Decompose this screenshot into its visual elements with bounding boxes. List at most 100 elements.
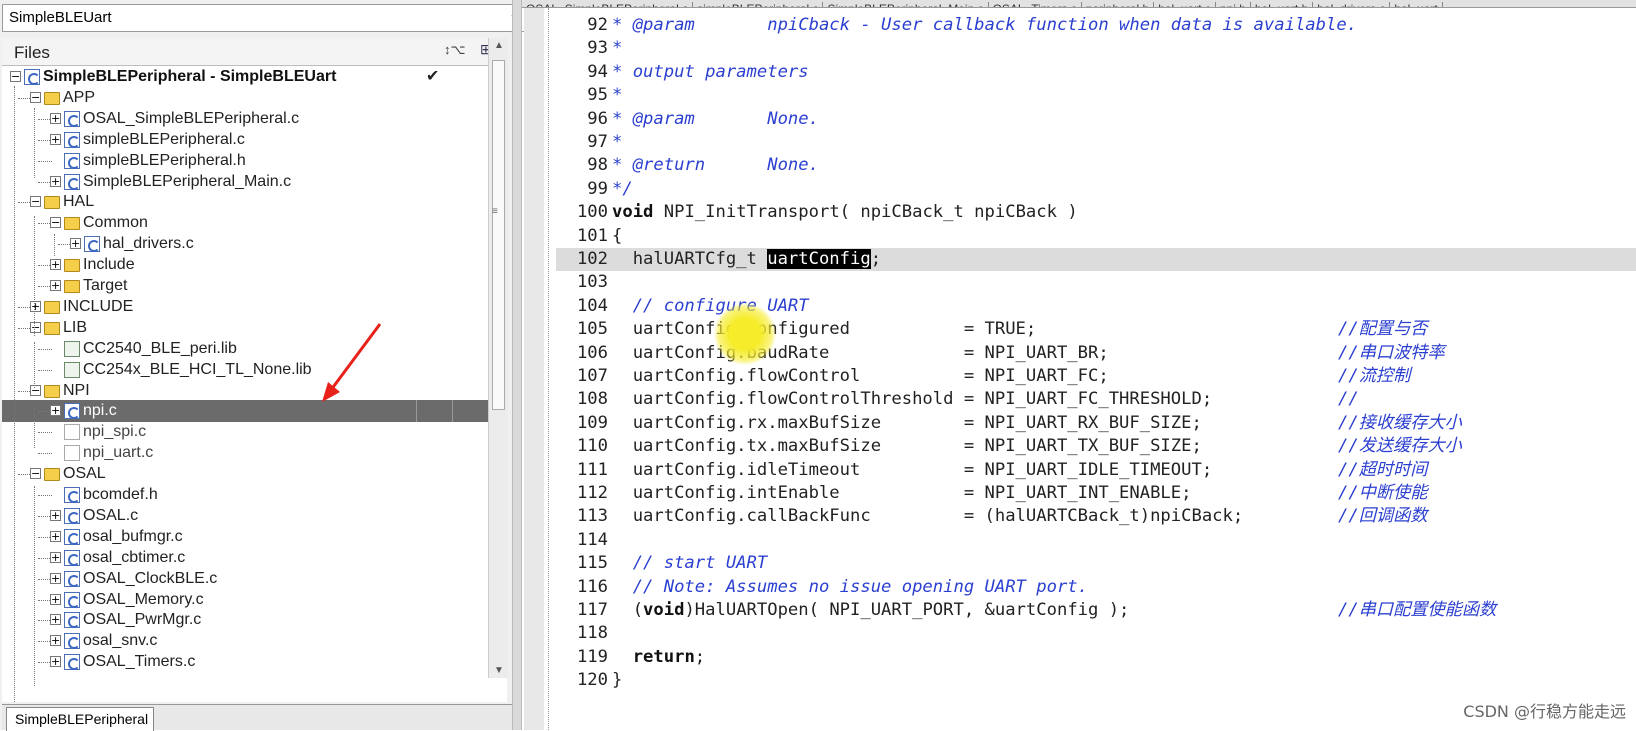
folder-icon <box>64 217 80 231</box>
expand-icon[interactable]: + <box>50 593 61 605</box>
expand-icon[interactable]: + <box>50 572 61 584</box>
code-line[interactable]: 120} <box>556 669 1636 692</box>
tree-file[interactable]: + OSAL_PwrMgr.c <box>2 609 507 631</box>
folder-icon <box>44 91 60 105</box>
folder-icon <box>44 384 60 398</box>
expand-icon[interactable]: + <box>50 405 61 417</box>
tree-file[interactable]: bcomdef.h <box>2 484 507 506</box>
tree-project[interactable]: − SimpleBLEPeripheral - SimpleBLEUart ✔ <box>2 66 507 88</box>
collapse-icon[interactable]: − <box>30 384 41 396</box>
expand-icon[interactable]: + <box>50 112 61 124</box>
expand-icon[interactable]: + <box>70 238 81 250</box>
tree-scrollbar[interactable]: ▲ ≡ ▼ <box>488 38 508 678</box>
tree-folder[interactable]: − OSAL <box>2 463 507 485</box>
code-text: uartConfig.callBackFunc = (halUARTCBack_… <box>612 506 1244 527</box>
code-line[interactable]: 112 uartConfig.intEnable = NPI_UART_INT_… <box>556 482 1636 505</box>
tree-folder[interactable]: − Common <box>2 212 507 234</box>
tree-file[interactable]: npi_spi.c <box>2 421 507 443</box>
tree-folder[interactable]: − LIB <box>2 317 507 339</box>
tree-folder[interactable]: − NPI <box>2 380 507 402</box>
expand-icon[interactable]: + <box>50 530 61 542</box>
tree-folder[interactable]: − APP <box>2 87 507 109</box>
code-line[interactable]: 116 // Note: Assumes no issue opening UA… <box>556 576 1636 599</box>
code-line[interactable]: 115 // start UART <box>556 552 1636 575</box>
filter-icon[interactable]: ↕⌥ <box>444 42 465 58</box>
tree-file[interactable]: + osal_cbtimer.c <box>2 547 507 569</box>
tree-file[interactable]: simpleBLEPeripheral.h <box>2 150 507 172</box>
scrollbar-thumb[interactable] <box>492 60 505 410</box>
tree-label: simpleBLEPeripheral.h <box>83 151 246 169</box>
tree-folder[interactable]: + Include <box>2 254 507 276</box>
collapse-icon[interactable]: − <box>30 468 41 480</box>
expand-icon[interactable]: + <box>50 133 61 145</box>
tree-file[interactable]: + OSAL_Timers.c <box>2 651 507 673</box>
expand-icon[interactable]: + <box>50 280 61 291</box>
code-line[interactable]: 108 uartConfig.flowControlThreshold = NP… <box>556 388 1636 411</box>
tree-file[interactable]: + simpleBLEPeripheral.c <box>2 129 507 151</box>
code-text: halUARTCfg_t uartConfig; <box>612 249 882 269</box>
code-line[interactable]: 97 * <box>556 131 1636 154</box>
tree-file[interactable]: + OSAL_SimpleBLEPeripheral.c <box>2 108 507 130</box>
code-line[interactable]: 109 uartConfig.rx.maxBufSize = NPI_UART_… <box>556 412 1636 435</box>
folder-icon <box>44 196 60 210</box>
tree-file[interactable]: + OSAL_ClockBLE.c <box>2 568 507 590</box>
expand-icon[interactable]: + <box>50 551 61 563</box>
line-number: 101 <box>576 225 608 246</box>
code-line[interactable]: 95 * <box>556 84 1636 107</box>
code-line[interactable]: 98 * @return None. <box>556 154 1636 177</box>
tree-label: Include <box>83 256 135 274</box>
collapse-icon[interactable]: − <box>30 196 41 208</box>
tree-folder[interactable]: − HAL <box>2 191 507 213</box>
code-line[interactable]: 107 uartConfig.flowControl = NPI_UART_FC… <box>556 365 1636 388</box>
tree-file[interactable]: + osal_snv.c <box>2 630 507 652</box>
tree-file[interactable]: + osal_bufmgr.c <box>2 526 507 548</box>
panel-splitter[interactable] <box>512 0 522 730</box>
collapse-icon[interactable]: − <box>30 321 41 333</box>
configuration-dropdown[interactable]: SimpleBLEUart▼ <box>2 4 528 32</box>
code-line[interactable]: 110 uartConfig.tx.maxBufSize = NPI_UART_… <box>556 435 1636 458</box>
collapse-icon[interactable]: − <box>50 217 61 229</box>
column-divider <box>416 400 417 423</box>
code-text: * <box>612 132 623 152</box>
tree-file[interactable]: + SimpleBLEPeripheral_Main.c <box>2 171 507 193</box>
expand-icon[interactable]: + <box>30 300 41 312</box>
tree-file[interactable]: + OSAL_Memory.c <box>2 589 507 611</box>
code-line[interactable]: 96 * @param None. <box>556 108 1636 131</box>
collapse-icon[interactable]: − <box>10 71 21 82</box>
tree-folder[interactable]: + INCLUDE <box>2 296 507 318</box>
code-line[interactable]: 93 * <box>556 37 1636 60</box>
code-line[interactable]: 117 (void)HalUARTOpen( NPI_UART_PORT, &u… <box>556 599 1636 622</box>
code-line[interactable]: 92 * @param npiCback - User callback func… <box>556 14 1636 37</box>
code-line[interactable]: 114 <box>556 529 1636 552</box>
expand-icon[interactable]: + <box>50 635 61 647</box>
expand-icon[interactable]: + <box>50 614 61 626</box>
code-editor[interactable]: 92 * @param npiCback - User callback func… <box>556 8 1636 730</box>
code-line[interactable]: 113 uartConfig.callBackFunc = (halUARTCB… <box>556 505 1636 528</box>
tab-simplebleperipheral[interactable]: SimpleBLEPeripheral <box>6 707 154 731</box>
code-line[interactable]: 99 */ <box>556 178 1636 201</box>
code-line[interactable]: 94 * output parameters <box>556 61 1636 84</box>
expand-icon[interactable]: + <box>50 656 61 668</box>
code-line[interactable]: 101{ <box>556 225 1636 248</box>
code-line[interactable]: 102 halUARTCfg_t uartConfig; <box>556 248 1636 271</box>
tree-file[interactable]: + npi.c <box>2 400 507 423</box>
tree-file[interactable]: CC254x_BLE_HCI_TL_None.lib <box>2 359 507 381</box>
code-line[interactable]: 119 return; <box>556 646 1636 669</box>
code-line[interactable]: 111 uartConfig.idleTimeout = NPI_UART_ID… <box>556 459 1636 482</box>
expand-icon[interactable]: + <box>50 509 61 521</box>
expand-icon[interactable]: + <box>50 259 61 271</box>
code-line[interactable]: 104 // configure UART <box>556 295 1636 318</box>
code-line[interactable]: 103 <box>556 271 1636 294</box>
tree-file[interactable]: + hal_drivers.c <box>2 233 507 255</box>
expand-icon[interactable]: + <box>50 175 61 187</box>
tree-file[interactable]: npi_uart.c <box>2 442 507 464</box>
code-line[interactable]: 100 void NPI_InitTransport( npiCBack_t np… <box>556 201 1636 224</box>
collapse-icon[interactable]: − <box>30 91 41 103</box>
scroll-up-icon[interactable]: ▲ <box>494 40 504 51</box>
tree-folder[interactable]: + Target <box>2 275 507 297</box>
line-number: 112 <box>576 483 608 503</box>
tree-file[interactable]: CC2540_BLE_peri.lib <box>2 338 507 360</box>
code-line[interactable]: 118 <box>556 622 1636 645</box>
tree-file[interactable]: + OSAL.c <box>2 505 507 527</box>
scroll-down-icon[interactable]: ▼ <box>494 665 504 676</box>
